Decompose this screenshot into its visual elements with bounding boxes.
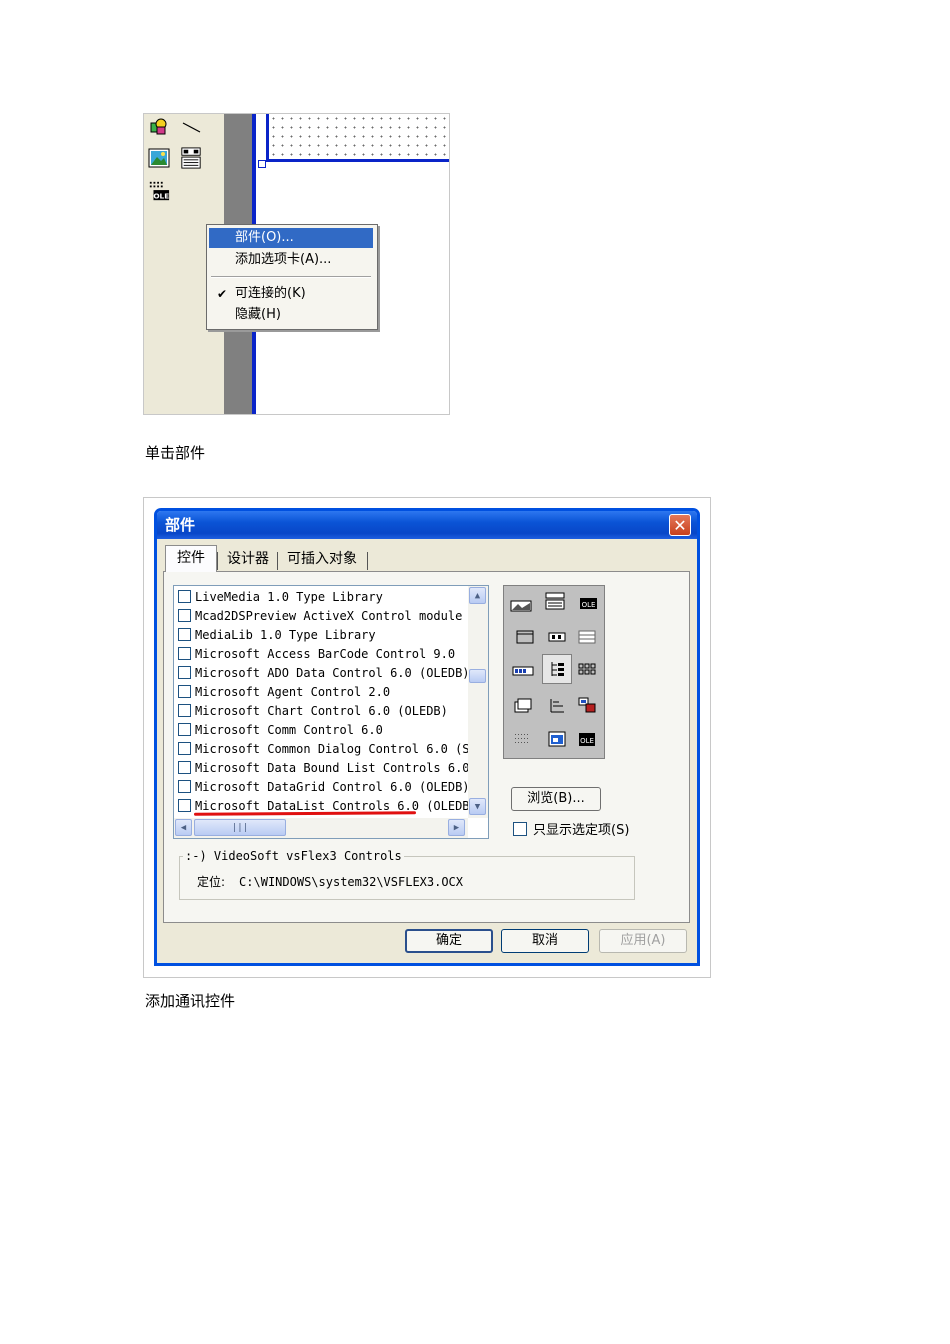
picture-control-icon: [510, 596, 532, 614]
checkbox[interactable]: [178, 761, 191, 774]
tab-divider: [217, 552, 218, 570]
progressbar-control-icon: [512, 662, 534, 680]
image-control-icon: [546, 730, 568, 748]
info-title: :-) VideoSoft vsFlex3 Controls: [183, 849, 404, 863]
checkbox[interactable]: [178, 723, 191, 736]
checkbox[interactable]: [178, 704, 191, 717]
form-grid[interactable]: [266, 114, 449, 162]
chevron-right-icon: ▶: [453, 822, 460, 833]
checkbox[interactable]: [178, 742, 191, 755]
list-item[interactable]: Microsoft Access BarCode Control 9.0: [178, 645, 455, 664]
checkbox-group-icon: [576, 662, 598, 680]
chevron-up-icon: ▲: [474, 590, 481, 601]
checkbox[interactable]: [178, 647, 191, 660]
caption-click-components: 单击部件: [145, 444, 206, 462]
ole-icon[interactable]: OLE: [148, 180, 170, 202]
dotted-grid-icon: [512, 730, 534, 748]
checkbox[interactable]: [178, 799, 191, 812]
menu-item-add-tab[interactable]: 添加选项卡(A)...: [209, 250, 373, 270]
ole-control-icon: OLE: [576, 592, 598, 610]
scroll-right-button[interactable]: ▶: [448, 819, 465, 836]
context-menu: 部件(O)... 添加选项卡(A)... ✔ 可连接的(K) 隐藏(H): [206, 224, 378, 330]
svg-text:OLE: OLE: [580, 737, 594, 745]
info-location: 定位: C:\WINDOWS\system32\VSFLEX3.OCX: [197, 875, 464, 889]
tab-insertable-objects[interactable]: 可插入对象: [277, 547, 367, 571]
checkbox[interactable]: [178, 780, 191, 793]
apply-button[interactable]: 应用(A): [599, 929, 687, 953]
menu-item-dockable[interactable]: ✔ 可连接的(K): [209, 284, 373, 304]
tab-designers[interactable]: 设计器: [219, 547, 277, 571]
vertical-scrollbar[interactable]: ▲ ▼: [468, 586, 488, 818]
horizontal-scroll-thumb[interactable]: |||: [194, 819, 286, 836]
checkbox[interactable]: [178, 628, 191, 641]
hscroll-control-icon[interactable]: [180, 147, 202, 169]
checkbox[interactable]: [178, 590, 191, 603]
shapes-icon[interactable]: [148, 116, 170, 138]
dialog-titlebar[interactable]: 部件: [157, 511, 697, 539]
check-icon: ✔: [217, 287, 228, 301]
list-item[interactable]: Mcad2DSPreview ActiveX Control module: [178, 607, 462, 626]
list-item[interactable]: Microsoft Common Dialog Control 6.0 (S: [178, 740, 470, 759]
list-item[interactable]: Microsoft ADO Data Control 6.0 (OLEDB): [178, 664, 470, 683]
ok-button[interactable]: 确定: [405, 929, 493, 953]
scroll-down-button[interactable]: ▼: [469, 798, 486, 815]
svg-text:OLE: OLE: [582, 601, 596, 609]
treeview-control-icon: [542, 654, 572, 684]
control-preview-panel: OLE OLE: [503, 585, 605, 759]
scroll-up-button[interactable]: ▲: [469, 587, 486, 604]
list-item[interactable]: LiveMedia 1.0 Type Library: [178, 588, 383, 607]
list-item[interactable]: Microsoft Agent Control 2.0: [178, 683, 390, 702]
svg-text:OLE: OLE: [153, 191, 169, 200]
components-list[interactable]: LiveMedia 1.0 Type Library Mcad2DSPrevie…: [173, 585, 489, 839]
list-item-comm-control[interactable]: Microsoft Comm Control 6.0: [178, 721, 383, 740]
vertical-scroll-thumb[interactable]: [469, 669, 486, 683]
image-icon[interactable]: [148, 147, 170, 169]
checkbox[interactable]: [178, 685, 191, 698]
comm-control-icon: [576, 696, 598, 714]
vb-toolbox-screenshot: OLE 部件(O)... 添加选项卡(A)... ✔ 可连接的(K) 隐藏(H): [143, 113, 450, 415]
cancel-button[interactable]: 取消: [501, 929, 589, 953]
browse-button[interactable]: 浏览(B)...: [511, 787, 601, 811]
components-dialog: 部件 ✕ 控件 设计器 可插入对象 LiveMedia 1.0 Type Lib…: [154, 508, 700, 966]
horizontal-scrollbar[interactable]: ◀ ||| ▶: [174, 818, 468, 838]
checkbox[interactable]: [178, 666, 191, 679]
show-selected-only-checkbox[interactable]: 只显示选定项(S): [513, 822, 629, 839]
tab-divider: [367, 552, 368, 570]
ole-small-icon: OLE: [576, 730, 598, 748]
menu-item-components[interactable]: 部件(O)...: [209, 228, 373, 248]
tab-controls[interactable]: 控件: [165, 545, 217, 572]
listview-control-icon: [544, 592, 566, 610]
location-path: C:\WINDOWS\system32\VSFLEX3.OCX: [239, 875, 464, 889]
chevron-down-icon: ▼: [474, 801, 481, 812]
resize-handle[interactable]: [258, 160, 266, 168]
checkbox[interactable]: [178, 609, 191, 622]
menu-separator: [211, 276, 371, 278]
list-item[interactable]: Microsoft Data Bound List Controls 6.0: [178, 759, 470, 778]
close-icon: ✕: [673, 515, 687, 535]
caption-add-comm-control: 添加通讯控件: [145, 992, 236, 1010]
components-dialog-screenshot: 部件 ✕ 控件 设计器 可插入对象 LiveMedia 1.0 Type Lib…: [143, 497, 711, 978]
list-item[interactable]: MediaLib 1.0 Type Library: [178, 626, 376, 645]
tabstrip-control-icon: [512, 696, 534, 714]
menu-item-hide[interactable]: 隐藏(H): [209, 305, 373, 325]
close-button[interactable]: ✕: [669, 514, 691, 536]
checkbox[interactable]: [513, 822, 527, 836]
button-control-icon: [546, 628, 568, 646]
grid-control-icon: [576, 628, 598, 646]
line-icon[interactable]: [180, 116, 202, 138]
dialog-title: 部件: [165, 516, 196, 534]
scroll-left-button[interactable]: ◀: [175, 819, 192, 836]
toolbar-control-icon: [546, 696, 568, 714]
frame-control-icon: [514, 628, 536, 646]
list-item[interactable]: Microsoft Chart Control 6.0 (OLEDB): [178, 702, 448, 721]
chevron-left-icon: ◀: [180, 822, 187, 833]
list-item[interactable]: Microsoft DataGrid Control 6.0 (OLEDB): [178, 778, 470, 797]
grip-icon: |||: [231, 822, 249, 833]
